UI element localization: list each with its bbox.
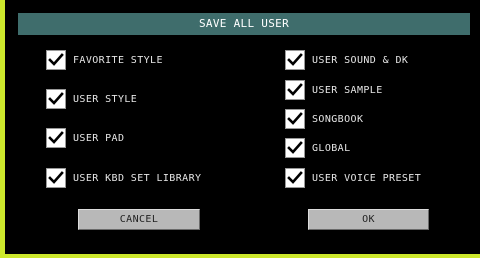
option-label: USER SAMPLE [312,84,383,96]
option-label: GLOBAL [312,142,351,154]
option-favorite-style[interactable]: FAVORITE STYLE [46,50,163,70]
cancel-button[interactable]: CANCEL [78,209,200,230]
option-user-kbd-set-library[interactable]: USER KBD SET LIBRARY [46,168,201,188]
option-songbook[interactable]: SONGBOOK [285,109,363,129]
checkbox-checked-icon[interactable] [46,168,66,188]
option-label: USER SOUND & DK [312,54,409,66]
option-user-voice-preset[interactable]: USER VOICE PRESET [285,168,421,188]
checkbox-checked-icon[interactable] [285,80,305,100]
checkbox-checked-icon[interactable] [285,138,305,158]
option-user-pad[interactable]: USER PAD [46,128,124,148]
checkbox-checked-icon[interactable] [46,128,66,148]
checkbox-checked-icon[interactable] [285,168,305,188]
option-user-sample[interactable]: USER SAMPLE [285,80,383,100]
checkbox-checked-icon[interactable] [285,50,305,70]
option-label: FAVORITE STYLE [73,54,163,66]
option-user-sound-dk[interactable]: USER SOUND & DK [285,50,408,70]
option-user-style[interactable]: USER STYLE [46,89,137,109]
ok-button[interactable]: OK [308,209,429,230]
checkbox-checked-icon[interactable] [46,89,66,109]
option-label: USER KBD SET LIBRARY [73,172,202,184]
checkbox-checked-icon[interactable] [285,109,305,129]
option-global[interactable]: GLOBAL [285,138,351,158]
option-label: USER PAD [73,132,125,144]
option-label: USER VOICE PRESET [312,172,422,184]
dialog-title: SAVE ALL USER [18,13,470,35]
checkbox-checked-icon[interactable] [46,50,66,70]
save-all-user-dialog: SAVE ALL USER FAVORITE STYLE USER STYLE … [0,0,480,258]
option-label: SONGBOOK [312,113,364,125]
option-label: USER STYLE [73,93,138,105]
